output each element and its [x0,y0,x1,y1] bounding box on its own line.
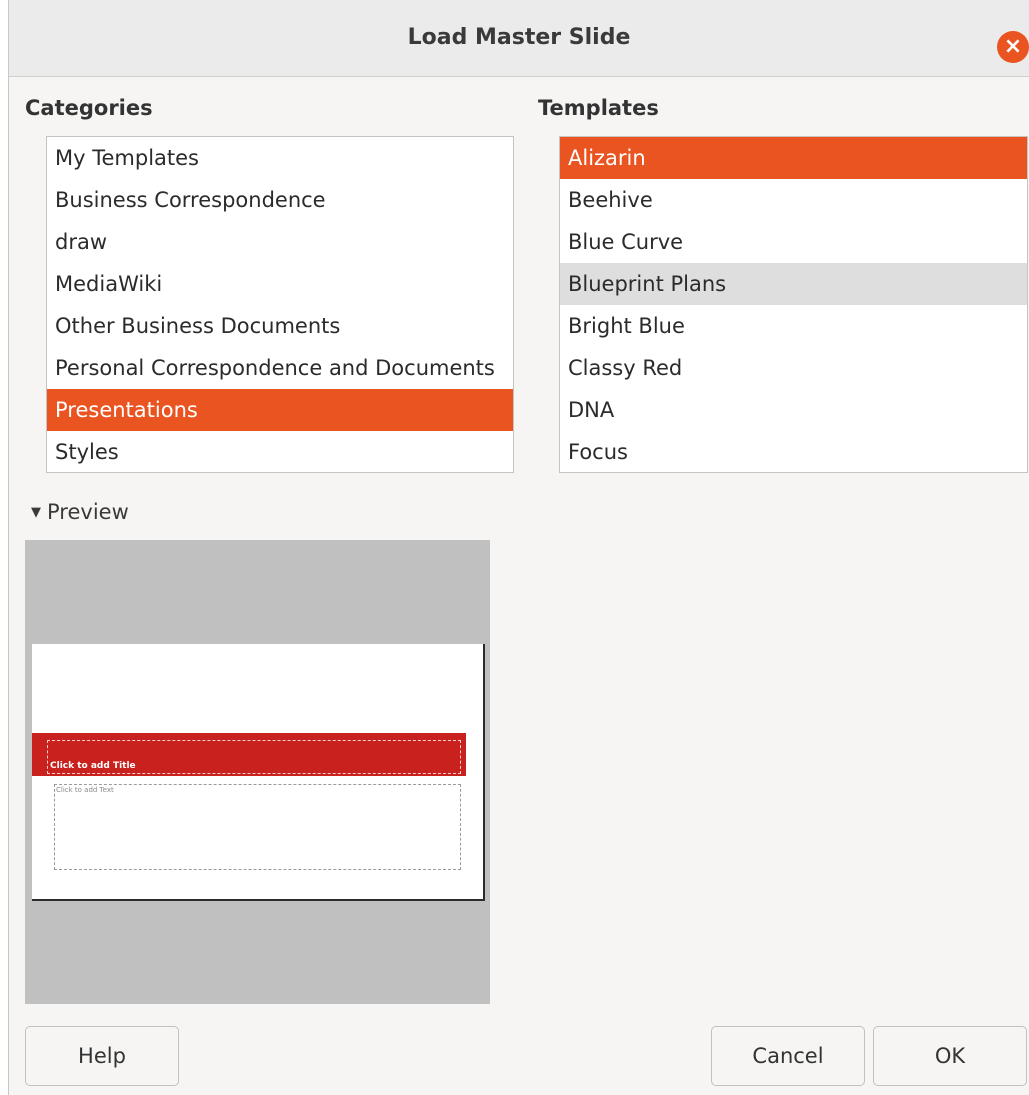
slide-title-placeholder: Click to add Title [50,761,136,771]
dialog-title: Load Master Slide [407,25,631,50]
preview-expander[interactable]: ▼ Preview [31,500,129,524]
slide-text-placeholder: Click to add Text [56,786,114,794]
close-icon[interactable]: × [997,31,1029,63]
category-item[interactable]: MediaWiki [47,263,513,305]
template-item[interactable]: Blueprint Plans [560,263,1027,305]
category-item[interactable]: Business Correspondence [47,179,513,221]
template-item[interactable]: Alizarin [560,137,1027,179]
templates-label: Templates [538,96,659,120]
template-item[interactable]: Beehive [560,179,1027,221]
templates-list[interactable]: Alizarin Beehive Blue Curve Blueprint Pl… [559,136,1028,473]
category-item[interactable]: My Templates [47,137,513,179]
cancel-button[interactable]: Cancel [711,1026,865,1086]
category-item[interactable]: Styles [47,431,513,472]
text-placeholder-box: Click to add Text [54,784,461,870]
slide-thumbnail: Click to add Title Click to add Text [32,644,485,901]
template-item[interactable]: Bright Blue [560,305,1027,347]
category-item[interactable]: draw [47,221,513,263]
categories-list[interactable]: My Templates Business Correspondence dra… [46,136,514,473]
help-button[interactable]: Help [25,1026,179,1086]
category-item[interactable]: Personal Correspondence and Documents [47,347,513,389]
template-item[interactable]: Classy Red [560,347,1027,389]
expander-triangle-icon: ▼ [31,505,41,520]
title-placeholder-box: Click to add Title [47,740,461,774]
category-item[interactable]: Presentations [47,389,513,431]
template-item[interactable]: DNA [560,389,1027,431]
template-item[interactable]: Blue Curve [560,221,1027,263]
ok-button[interactable]: OK [873,1026,1027,1086]
category-item[interactable]: Other Business Documents [47,305,513,347]
preview-pane: Click to add Title Click to add Text [25,540,490,1004]
preview-label: Preview [47,500,129,524]
load-master-slide-dialog: Load Master Slide × Categories Templates… [8,0,1029,1095]
title-bar: Load Master Slide × [9,0,1029,77]
categories-label: Categories [25,96,153,120]
template-item[interactable]: Focus [560,431,1027,472]
